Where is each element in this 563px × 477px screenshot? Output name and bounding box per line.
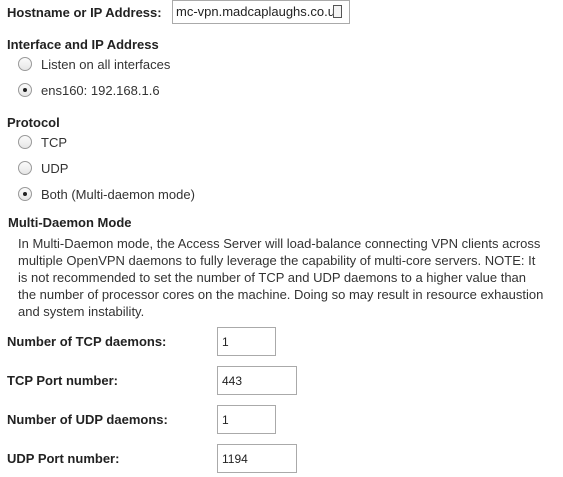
udp-daemons-label: Number of UDP daemons: <box>7 412 168 427</box>
radio-both[interactable] <box>18 187 32 201</box>
tcp-port-label: TCP Port number: <box>7 373 118 388</box>
multi-daemon-description: In Multi-Daemon mode, the Access Server … <box>18 236 544 319</box>
udp-port-label: UDP Port number: <box>7 451 120 466</box>
radio-listen-all[interactable] <box>18 57 32 71</box>
text-cursor-icon <box>333 5 342 18</box>
multi-daemon-heading: Multi-Daemon Mode <box>8 215 132 230</box>
udp-port-input[interactable] <box>217 444 297 473</box>
option-label-tcp: TCP <box>41 135 67 150</box>
radio-ens160[interactable] <box>18 83 32 97</box>
option-label-listen-all: Listen on all interfaces <box>41 57 171 72</box>
option-label-both: Both (Multi-daemon mode) <box>41 187 195 202</box>
hostname-input[interactable]: mc-vpn.madcaplaughs.co.uk <box>172 0 350 24</box>
interface-heading: Interface and IP Address <box>7 37 159 52</box>
tcp-daemons-input[interactable] <box>217 327 276 356</box>
protocol-heading: Protocol <box>7 115 60 130</box>
hostname-label: Hostname or IP Address: <box>7 5 162 20</box>
radio-udp[interactable] <box>18 161 32 175</box>
radio-tcp[interactable] <box>18 135 32 149</box>
option-label-ens160: ens160: 192.168.1.6 <box>41 83 160 98</box>
udp-daemons-input[interactable] <box>217 405 276 434</box>
hostname-value: mc-vpn.madcaplaughs.co.uk <box>176 4 342 19</box>
tcp-port-input[interactable] <box>217 366 297 395</box>
tcp-daemons-label: Number of TCP daemons: <box>7 334 167 349</box>
option-label-udp: UDP <box>41 161 69 176</box>
